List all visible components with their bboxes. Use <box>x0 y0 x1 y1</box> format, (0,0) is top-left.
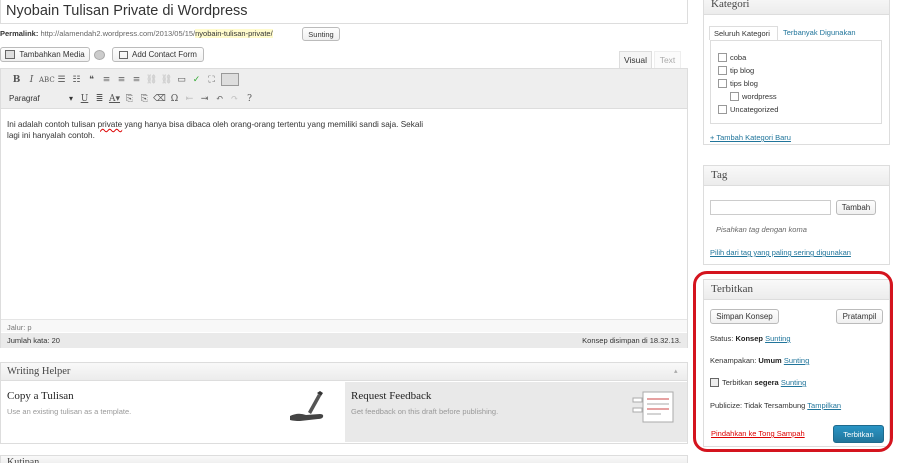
tab-text[interactable]: Text <box>654 51 681 68</box>
checkbox[interactable] <box>718 53 727 62</box>
categories-title[interactable]: Kategori <box>704 0 889 15</box>
hand-pen-icon <box>290 391 324 421</box>
redo-icon[interactable]: ↷ <box>227 94 242 104</box>
add-contact-form-button[interactable]: Add Contact Form <box>112 47 204 62</box>
chevron-down-icon: ▾ <box>68 94 73 103</box>
toolbar-row-1: B I ABC ☰ ☷ ❝ ≡ ≡ ≡ ⛓ ⛓ ▭ ✓ ⛶ <box>9 72 239 87</box>
poll-icon[interactable] <box>94 50 105 60</box>
tags-title[interactable]: Tag <box>704 166 889 186</box>
tab-popular-categories[interactable]: Terbanyak Digunakan <box>783 28 856 37</box>
misspelled-word[interactable]: private <box>98 120 123 129</box>
tab-visual[interactable]: Visual <box>619 51 652 68</box>
spellcheck-icon[interactable]: ✓ <box>189 75 204 85</box>
edit-slug-button[interactable]: Sunting <box>302 27 340 41</box>
kitchen-sink-icon[interactable] <box>221 73 239 86</box>
strikethrough-icon[interactable]: ABC <box>39 76 55 84</box>
draft-saved-status: Konsep disimpan di 18.32.13. <box>582 336 681 345</box>
fullscreen-icon[interactable]: ⛶ <box>204 75 219 85</box>
category-item[interactable]: tips blog <box>718 79 758 88</box>
editor-content[interactable]: Ini adalah contoh tulisan private yang h… <box>7 119 437 141</box>
highlight-circle <box>693 271 893 452</box>
copy-post-panel[interactable]: Copy a Tulisan Use an existing tulisan a… <box>1 382 344 442</box>
add-tag-button[interactable]: Tambah <box>836 200 876 215</box>
italic-icon[interactable]: I <box>24 75 39 85</box>
indent-icon[interactable]: ⇥ <box>197 94 212 104</box>
copy-post-desc: Use an existing tulisan as a template. <box>7 407 132 416</box>
checkbox[interactable] <box>730 92 739 101</box>
align-center-icon[interactable]: ≡ <box>114 75 129 85</box>
toolbar-row-2: Paragraf ▾ U ≣ A▾ ⎘ ⎘ ⌫ Ω ⇤ ⇥ ↶ ↷ ? <box>9 91 257 106</box>
word-count: Jumlah kata: 20 <box>7 336 60 345</box>
checkbox[interactable] <box>718 79 727 88</box>
underline-icon[interactable]: U <box>77 94 92 104</box>
feedback-doc-icon <box>632 391 674 423</box>
blockquote-icon[interactable]: ❝ <box>84 75 99 85</box>
bold-icon[interactable]: B <box>9 75 24 85</box>
post-title[interactable]: Nyobain Tulisan Private di Wordpress <box>6 3 248 19</box>
popular-tags-link[interactable]: Pilih dari tag yang paling sering diguna… <box>710 248 851 257</box>
text-color-icon[interactable]: A▾ <box>107 94 122 104</box>
align-left-icon[interactable]: ≡ <box>99 75 114 85</box>
add-media-button[interactable]: Tambahkan Media <box>0 47 90 62</box>
undo-icon[interactable]: ↶ <box>212 94 227 104</box>
feedback-desc: Get feedback on this draft before publis… <box>351 407 499 416</box>
align-right-icon[interactable]: ≡ <box>129 75 144 85</box>
checkbox[interactable] <box>718 66 727 75</box>
paste-text-icon[interactable]: ⎘ <box>122 94 137 104</box>
unlink-icon[interactable]: ⛓ <box>159 75 174 85</box>
bullet-list-icon[interactable]: ☰ <box>54 75 69 85</box>
insert-more-icon[interactable]: ▭ <box>174 75 189 85</box>
clear-format-icon[interactable]: ⌫ <box>152 94 167 104</box>
permalink: Permalink: http://alamendah2.wordpress.c… <box>0 29 273 38</box>
form-icon <box>119 50 129 59</box>
checkbox[interactable] <box>718 105 727 114</box>
permalink-base: http://alamendah2.wordpress.com/2013/05/… <box>40 29 196 38</box>
media-icon <box>5 50 16 59</box>
category-item[interactable]: tip blog <box>718 66 754 75</box>
justify-icon[interactable]: ≣ <box>92 94 107 104</box>
collapse-toggle-icon[interactable]: ▴ <box>674 367 678 375</box>
feedback-title: Request Feedback <box>351 390 432 402</box>
outdent-icon[interactable]: ⇤ <box>182 94 197 104</box>
insert-link-icon[interactable]: ⛓ <box>144 75 159 85</box>
editor-path: Jalur: p <box>1 319 687 332</box>
category-item[interactable]: wordpress <box>730 92 777 101</box>
editor <box>0 68 688 348</box>
tab-all-categories[interactable]: Seluruh Kategori <box>709 26 778 40</box>
paste-word-icon[interactable]: ⎘ <box>137 94 152 104</box>
tag-input[interactable] <box>710 200 831 215</box>
excerpt-box-title[interactable]: Kutipan <box>0 455 688 463</box>
editor-toolbar: B I ABC ☰ ☷ ❝ ≡ ≡ ≡ ⛓ ⛓ ▭ ✓ ⛶ Paragraf ▾ … <box>1 69 687 109</box>
permalink-slug[interactable]: nyobain-tulisan-private/ <box>195 29 273 38</box>
editor-status-bar: Jumlah kata: 20 Konsep disimpan di 18.32… <box>1 333 687 348</box>
category-item[interactable]: Uncategorized <box>718 105 778 114</box>
add-category-link[interactable]: + Tambah Kategori Baru <box>710 133 791 142</box>
numbered-list-icon[interactable]: ☷ <box>69 75 84 85</box>
help-icon[interactable]: ? <box>242 94 257 104</box>
category-item[interactable]: coba <box>718 53 746 62</box>
writing-helper-title[interactable]: Writing Helper <box>1 363 687 381</box>
special-char-icon[interactable]: Ω <box>167 94 182 104</box>
request-feedback-panel[interactable]: Request Feedback Get feedback on this dr… <box>345 382 687 442</box>
copy-post-title: Copy a Tulisan <box>7 390 74 402</box>
format-select[interactable]: Paragraf ▾ <box>9 94 77 103</box>
tag-hint: Pisahkan tag dengan koma <box>716 225 807 234</box>
